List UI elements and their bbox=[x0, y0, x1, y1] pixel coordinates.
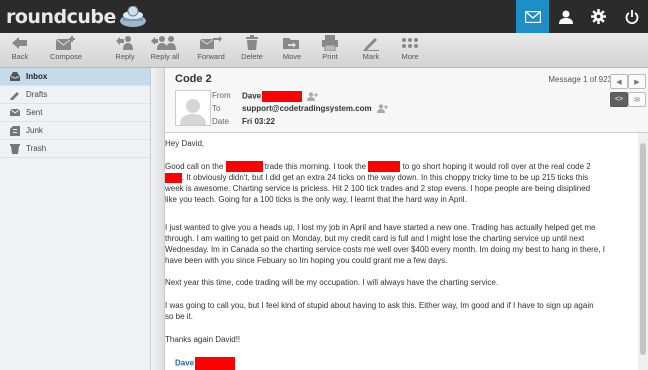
compose-button[interactable]: Compose bbox=[48, 35, 84, 61]
inbox-icon bbox=[10, 72, 20, 81]
message-subject: Code 2 bbox=[175, 73, 212, 85]
paragraph: Good call on the trade this morning. I t… bbox=[165, 161, 591, 205]
redaction bbox=[368, 161, 401, 173]
folder-inbox[interactable]: Inbox bbox=[0, 68, 150, 86]
folder-list: Inbox Drafts Sent Junk Trash bbox=[0, 68, 151, 370]
reply-button[interactable]: Reply bbox=[112, 35, 138, 61]
paragraph: I was going to call you, but I feel kind… bbox=[165, 301, 594, 321]
logout-power-icon[interactable] bbox=[615, 0, 648, 33]
previous-message-button[interactable]: ◀ bbox=[610, 74, 628, 89]
message-count: Message 1 of 923 bbox=[548, 75, 612, 84]
sent-icon bbox=[10, 108, 20, 116]
headers-toggle-icon[interactable]: <> bbox=[610, 92, 628, 107]
printer-icon bbox=[322, 35, 338, 51]
junk-icon bbox=[10, 125, 20, 136]
move-folder-icon bbox=[283, 38, 299, 49]
signature: Dave bbox=[175, 357, 236, 370]
from-value[interactable]: Dave bbox=[242, 91, 319, 102]
folder-drafts[interactable]: Drafts bbox=[0, 86, 150, 104]
add-contact-icon[interactable] bbox=[307, 92, 319, 101]
redaction bbox=[165, 173, 182, 184]
contacts-icon[interactable] bbox=[549, 0, 582, 33]
paragraph: Thanks again David!! bbox=[165, 335, 241, 344]
message-scrollbar[interactable] bbox=[638, 133, 648, 370]
reply-all-icon bbox=[151, 36, 176, 50]
delete-button[interactable]: Delete bbox=[238, 35, 266, 61]
redaction bbox=[195, 357, 236, 370]
logo-cube-icon bbox=[119, 5, 147, 28]
settings-gear-icon[interactable] bbox=[582, 0, 615, 33]
to-label: To bbox=[212, 104, 221, 113]
pencil-icon bbox=[10, 91, 19, 100]
message-header: Code 2 Message 1 of 923 ◀ ▶ <> ✉ From Da… bbox=[165, 68, 648, 133]
folder-sent[interactable]: Sent bbox=[0, 104, 150, 122]
add-contact-icon[interactable] bbox=[376, 104, 388, 114]
envelope-view-icon[interactable]: ✉ bbox=[628, 92, 646, 107]
toolbar: Back Compose Reply Reply all Forward Del… bbox=[0, 33, 648, 68]
compose-icon bbox=[55, 36, 75, 50]
reply-icon bbox=[116, 36, 133, 50]
forward-button[interactable]: Forward bbox=[196, 35, 226, 61]
trash-icon bbox=[246, 35, 258, 50]
next-message-button[interactable]: ▶ bbox=[628, 74, 646, 89]
date-value: Fri 03:22 bbox=[242, 117, 275, 126]
greeting: Hey David, bbox=[165, 139, 205, 148]
paragraph: Next year this time, code trading will b… bbox=[165, 278, 499, 287]
folder-junk[interactable]: Junk bbox=[0, 122, 150, 140]
more-dots-icon bbox=[402, 38, 418, 48]
trash-icon bbox=[10, 144, 20, 154]
message-body: Hey David, Good call on the trade this m… bbox=[165, 133, 635, 370]
list-splitter[interactable] bbox=[151, 68, 165, 370]
back-button[interactable]: Back bbox=[8, 35, 32, 61]
redaction bbox=[262, 91, 303, 102]
move-button[interactable]: Move bbox=[280, 35, 304, 61]
paragraph: I just wanted to give you a heads up, I … bbox=[165, 223, 605, 265]
sender-avatar bbox=[175, 90, 211, 126]
reply-all-button[interactable]: Reply all bbox=[146, 35, 184, 61]
mail-icon[interactable] bbox=[516, 0, 549, 33]
top-bar: roundcube bbox=[0, 0, 648, 33]
mark-button[interactable]: Mark bbox=[358, 35, 384, 61]
scrollbar-thumb[interactable] bbox=[640, 143, 646, 355]
print-button[interactable]: Print bbox=[318, 35, 342, 61]
roundcube-logo[interactable]: roundcube bbox=[6, 5, 147, 29]
from-label: From bbox=[212, 91, 231, 100]
redaction bbox=[225, 161, 263, 173]
back-arrow-icon bbox=[12, 37, 27, 49]
folder-trash[interactable]: Trash bbox=[0, 140, 150, 158]
to-value[interactable]: support@codetradingsystem.com bbox=[242, 104, 388, 114]
mark-pen-icon bbox=[363, 38, 379, 51]
date-label: Date bbox=[212, 117, 229, 126]
more-button[interactable]: More bbox=[398, 35, 422, 61]
forward-icon bbox=[199, 36, 222, 49]
